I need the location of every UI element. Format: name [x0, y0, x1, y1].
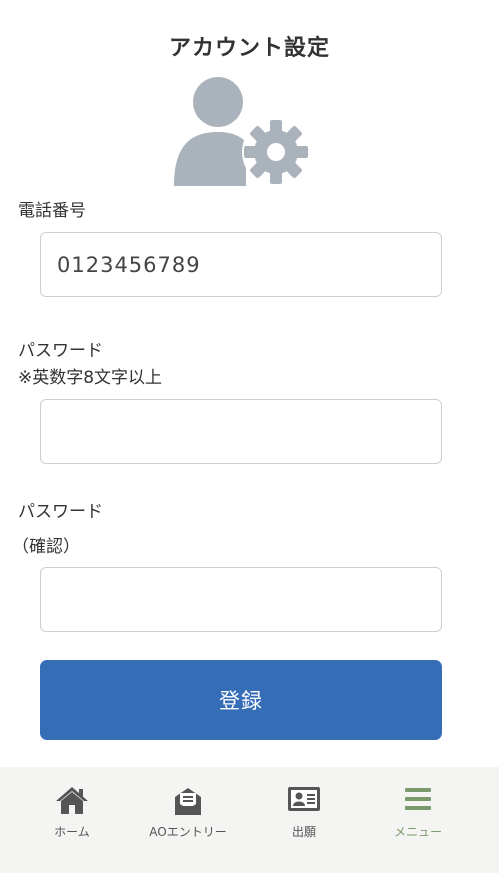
home-icon	[12, 785, 132, 817]
tab-application[interactable]: 出願	[244, 785, 364, 845]
id-card-icon	[244, 785, 364, 817]
menu-icon	[358, 785, 478, 817]
password-input[interactable]	[40, 399, 442, 464]
tab-menu[interactable]: メニュー	[358, 785, 478, 845]
password-hint: ※英数字8文字以上	[18, 368, 163, 388]
confirm-password-label: パスワード	[18, 502, 103, 522]
phone-label: 電話番号	[18, 201, 86, 221]
account-settings-icon	[170, 74, 315, 186]
confirm-password-hint: （確認）	[12, 537, 80, 557]
envelope-icon	[128, 785, 248, 817]
tab-home-label: ホーム	[54, 825, 90, 839]
tab-ao-entry-label: AOエントリー	[149, 825, 227, 839]
tab-home[interactable]: ホーム	[12, 785, 132, 845]
password-label: パスワード	[18, 341, 103, 361]
register-button[interactable]: 登録	[40, 660, 442, 740]
phone-input[interactable]	[40, 232, 442, 297]
page-title: アカウント設定	[168, 36, 330, 61]
confirm-password-input[interactable]	[40, 567, 442, 632]
tab-ao-entry[interactable]: AOエントリー	[128, 785, 248, 845]
tab-application-label: 出願	[291, 825, 316, 839]
bottom-tab-bar: ホーム AOエントリー 出願 メニュー	[0, 767, 499, 873]
tab-menu-label: メニュー	[393, 825, 442, 839]
